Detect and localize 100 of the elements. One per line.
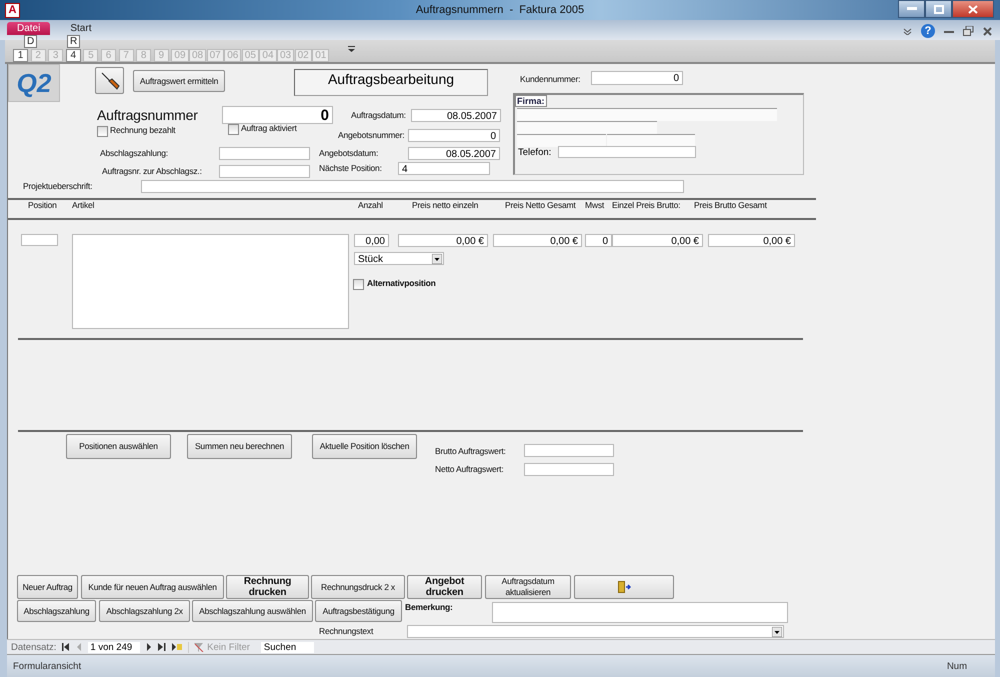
- field-label: Angebotsnummer:: [338, 129, 404, 142]
- field-label: Angebotsdatum:: [319, 147, 378, 160]
- field-label: Nächste Position:: [319, 162, 382, 175]
- action-button[interactable]: Abschlagszahlung auswählen: [192, 600, 313, 622]
- search-field[interactable]: Suchen: [260, 642, 314, 652]
- close-button[interactable]: [952, 0, 994, 18]
- input-field[interactable]: 0,00 €: [708, 234, 795, 247]
- input-field[interactable]: [141, 180, 684, 193]
- checkbox-label: Alternativposition: [367, 278, 436, 288]
- field-label: Abschlagszahlung:: [100, 147, 168, 160]
- minimize-button[interactable]: [898, 0, 925, 18]
- field-label: Brutto Auftragswert:: [435, 445, 506, 458]
- checkbox[interactable]: [353, 279, 364, 290]
- input-field[interactable]: 0,00 €: [398, 234, 488, 247]
- previous-record-icon[interactable]: [76, 643, 82, 651]
- column-header: Mwst: [585, 200, 604, 210]
- action-button[interactable]: Kunde für neuen Auftrag auswählen: [81, 575, 224, 599]
- action-button[interactable]: Abschlagszahlung 2x: [99, 600, 190, 622]
- brush-button[interactable]: [95, 67, 124, 94]
- field-label: Kundennummer:: [520, 73, 580, 86]
- firma-label: Firma:: [515, 95, 547, 107]
- status-text: Formularansicht: [12, 660, 82, 672]
- address-field[interactable]: [517, 121, 657, 134]
- ribbon-tab[interactable]: Start: [60, 22, 102, 35]
- input-field[interactable]: 0,00 €: [612, 234, 703, 247]
- last-record-icon[interactable]: [158, 643, 166, 651]
- dropdown-arrow-icon[interactable]: [772, 627, 782, 637]
- field-label: Auftragsnr. zur Abschlagsz.:: [102, 165, 202, 178]
- record-label: Datensatz:: [11, 642, 56, 652]
- position-field[interactable]: [21, 234, 58, 246]
- input-field[interactable]: 0,00: [354, 234, 389, 247]
- checkbox-label: Auftrag aktiviert: [241, 123, 297, 133]
- restore-icon[interactable]: [963, 26, 974, 36]
- column-header: Preis netto einzeln: [412, 200, 478, 210]
- dropdown-arrow-icon[interactable]: [432, 254, 442, 264]
- record-field[interactable]: 1 von 249: [88, 642, 140, 652]
- action-button[interactable]: Auftragswert ermitteln: [133, 70, 225, 92]
- column-header: Preis Brutto Gesamt: [694, 200, 767, 210]
- action-button[interactable]: Auftragsbestätigung: [315, 600, 402, 622]
- input-field[interactable]: 08.05.2007: [411, 109, 501, 122]
- field-label: Netto Auftragswert:: [435, 463, 504, 476]
- input-field[interactable]: [524, 463, 614, 476]
- input-field[interactable]: [524, 444, 614, 457]
- exit-button[interactable]: [574, 575, 674, 599]
- action-button[interactable]: Aktuelle Position löschen: [312, 434, 417, 459]
- column-header: Position: [28, 200, 57, 210]
- input-field[interactable]: 0,00 €: [493, 234, 582, 247]
- column-header: Anzahl: [358, 200, 383, 210]
- key-tip[interactable]: 1: [13, 49, 28, 62]
- maximize-icon: [934, 4, 944, 14]
- key-tip: D: [24, 35, 38, 48]
- checkbox[interactable]: [97, 126, 108, 137]
- phone-field[interactable]: [558, 146, 696, 158]
- column-header: Preis Netto Gesamt: [505, 200, 576, 210]
- action-button[interactable]: Rechnung drucken: [226, 575, 309, 599]
- next-record-icon[interactable]: [146, 643, 152, 651]
- help-button[interactable]: ?: [921, 24, 935, 38]
- first-record-icon[interactable]: [62, 643, 70, 651]
- field-label: Rechnungstext: [319, 625, 374, 638]
- status-text: Num: [946, 660, 967, 672]
- input-field[interactable]: 0: [408, 129, 500, 142]
- key-tip: R: [67, 35, 80, 48]
- key-tip[interactable]: 4: [66, 49, 81, 62]
- remark-field[interactable]: [492, 602, 788, 623]
- action-button[interactable]: Angebot drucken: [407, 575, 482, 599]
- ribbon-collapse-icon[interactable]: [903, 28, 912, 34]
- customize-icon[interactable]: [348, 46, 355, 52]
- new-record-icon[interactable]: [172, 643, 182, 651]
- address-field[interactable]: [607, 134, 695, 147]
- close-icon[interactable]: [983, 26, 992, 36]
- maximize-button[interactable]: [925, 0, 952, 18]
- input-field[interactable]: 0: [222, 106, 333, 124]
- input-field[interactable]: 0: [591, 71, 683, 85]
- action-button[interactable]: Rechnungsdruck 2 x: [311, 575, 405, 599]
- close-icon: [968, 4, 978, 14]
- checkbox[interactable]: [228, 124, 239, 135]
- action-button[interactable]: Abschlagszahlung: [17, 600, 96, 622]
- input-field[interactable]: 4: [398, 162, 490, 175]
- input-field[interactable]: 08.05.2007: [408, 147, 500, 160]
- phone-label: Telefon:: [518, 147, 552, 158]
- field-label: Bemerkung:: [405, 602, 453, 612]
- column-header: Einzel Preis Brutto:: [612, 200, 680, 210]
- action-button[interactable]: Summen neu berechnen: [187, 434, 292, 459]
- input-field[interactable]: [219, 147, 310, 160]
- input-field[interactable]: [219, 165, 310, 178]
- action-button[interactable]: Positionen auswählen: [66, 434, 171, 459]
- app-icon: A: [5, 2, 20, 18]
- address-field[interactable]: [517, 108, 777, 121]
- action-button[interactable]: Auftragsdatum aktualisieren: [485, 575, 571, 599]
- unit-dropdown[interactable]: Stück: [354, 252, 444, 265]
- field-label: Auftragsnummer: [97, 106, 198, 124]
- input-field[interactable]: 0: [585, 234, 612, 247]
- field-label: Auftragsdatum:: [351, 109, 406, 122]
- ribbon-tab[interactable]: Datei: [7, 22, 50, 35]
- address-field[interactable]: [517, 134, 606, 147]
- column-header: Artikel: [72, 200, 94, 210]
- filter-icon: [194, 642, 204, 652]
- logo: Q2: [8, 64, 60, 102]
- action-button[interactable]: Neuer Auftrag: [17, 575, 78, 599]
- article-field[interactable]: [72, 234, 349, 329]
